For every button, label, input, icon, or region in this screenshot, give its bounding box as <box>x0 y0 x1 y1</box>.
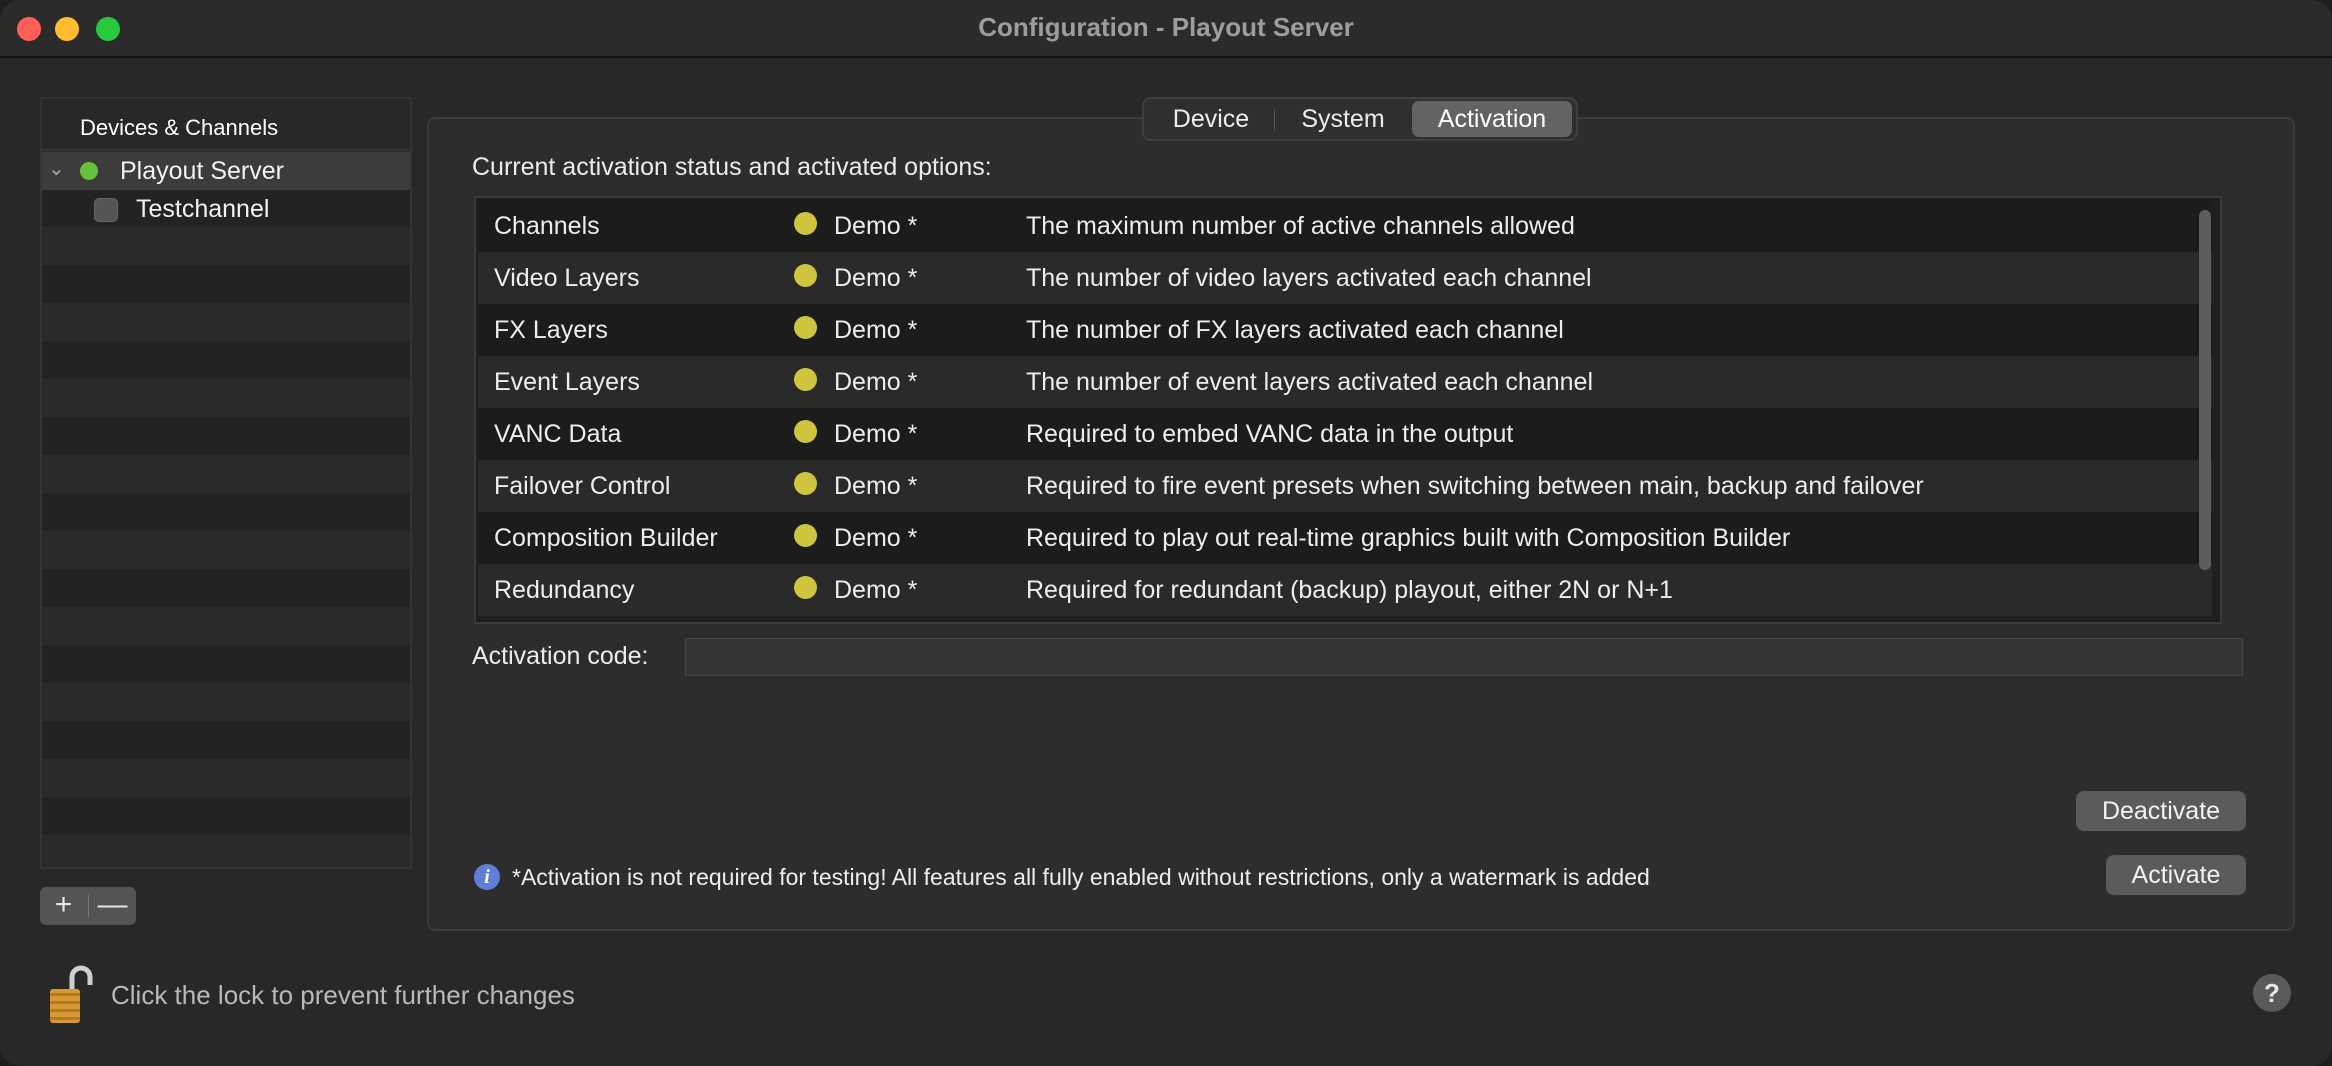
status-dot <box>80 162 98 180</box>
table-row[interactable]: Video Layers Demo * The number of video la… <box>478 252 2212 304</box>
option-status: Demo * <box>834 524 918 552</box>
status-dot <box>794 576 817 599</box>
status-dot <box>794 264 817 287</box>
option-name: Redundancy <box>494 576 635 604</box>
sidebar-empty-row <box>42 227 410 265</box>
option-status: Demo * <box>834 212 918 240</box>
sidebar-item-playout-server[interactable]: ⌄ Playout Server <box>42 152 410 190</box>
sidebar-item-testchannel[interactable]: Testchannel <box>42 190 410 228</box>
tab-activation[interactable]: Activation <box>1412 101 1572 137</box>
status-dot <box>794 472 817 495</box>
option-name: VANC Data <box>494 420 622 448</box>
channel-checkbox[interactable] <box>94 198 118 222</box>
table-row[interactable]: Redundancy Demo * Required for redundant (… <box>478 564 2212 616</box>
option-name: Event Layers <box>494 368 640 396</box>
sidebar-empty-row <box>42 797 410 835</box>
lock-hint-text: Click the lock to prevent further change… <box>111 980 575 1010</box>
option-status: Demo * <box>834 420 918 448</box>
sidebar-empty-row <box>42 607 410 645</box>
option-name: Video Layers <box>494 264 640 292</box>
table-row[interactable]: Composition Builder Demo * Required to pla… <box>478 512 2212 564</box>
option-description: The number of video layers activated eac… <box>1026 264 1592 292</box>
sidebar-empty-row <box>42 493 410 531</box>
sidebar-empty-row <box>42 417 410 455</box>
sidebar-empty-row <box>42 455 410 493</box>
option-status: Demo * <box>834 316 918 344</box>
sidebar-empty-row <box>42 531 410 569</box>
activation-info-text: *Activation is not required for testing!… <box>512 864 1650 890</box>
scrollbar[interactable] <box>2199 200 2218 616</box>
option-description: The maximum number of active channels al… <box>1026 212 1575 240</box>
status-dot <box>794 212 817 235</box>
option-status: Demo * <box>834 576 918 604</box>
scrollbar-thumb[interactable] <box>2199 210 2211 570</box>
sidebar-empty-row <box>42 645 410 683</box>
table-row[interactable]: Event Layers Demo * The number of event la… <box>478 356 2212 408</box>
option-name: FX Layers <box>494 316 608 344</box>
tab-bar: Device System Activation <box>1142 97 1578 141</box>
option-description: Required for redundant (backup) playout,… <box>1026 576 1673 604</box>
option-description: The number of FX layers activated each c… <box>1026 316 1564 344</box>
option-status: Demo * <box>834 368 918 396</box>
option-description: Required to embed VANC data in the outpu… <box>1026 420 1514 448</box>
tab-system[interactable]: System <box>1276 101 1410 137</box>
activation-code-label: Activation code: <box>472 642 649 670</box>
title-bar: Configuration - Playout Server <box>0 0 2332 58</box>
table-row[interactable]: Channels Demo * The maximum number of acti… <box>478 200 2212 252</box>
activation-status-heading: Current activation status and activated … <box>472 153 992 181</box>
sidebar-empty-row <box>42 265 410 303</box>
deactivate-button[interactable]: Deactivate <box>2076 791 2246 831</box>
tab-device[interactable]: Device <box>1150 101 1272 137</box>
status-dot <box>794 316 817 339</box>
unlocked-lock-icon[interactable] <box>46 963 94 1025</box>
sidebar-empty-row <box>42 341 410 379</box>
info-icon: i <box>474 864 500 890</box>
table-row[interactable]: Failover Control Demo * Required to fire e… <box>478 460 2212 512</box>
config-window: Configuration - Playout Server Devices &… <box>0 0 2332 1066</box>
add-button[interactable]: + <box>40 887 87 925</box>
option-name: Channels <box>494 212 600 240</box>
help-button[interactable]: ? <box>2253 974 2291 1012</box>
option-status: Demo * <box>834 472 918 500</box>
table-row[interactable]: VANC Data Demo * Required to embed VANC da… <box>478 408 2212 460</box>
sidebar-empty-row <box>42 683 410 721</box>
activation-options-table[interactable]: Channels Demo * The maximum number of acti… <box>474 196 2222 624</box>
activation-code-input[interactable] <box>685 638 2243 676</box>
sidebar-empty-row <box>42 721 410 759</box>
status-dot <box>794 368 817 391</box>
option-description: Required to fire event presets when swit… <box>1026 472 1924 500</box>
window-title: Configuration - Playout Server <box>978 12 1354 42</box>
add-remove-control: + — <box>40 887 136 925</box>
sidebar-item-label: Playout Server <box>120 157 284 185</box>
option-name: Composition Builder <box>494 524 718 552</box>
sidebar-empty-row <box>42 303 410 341</box>
option-name: Failover Control <box>494 472 671 500</box>
sidebar-empty-row <box>42 759 410 797</box>
devices-channels-sidebar: Devices & Channels ⌄ Playout Server Test… <box>40 97 412 869</box>
option-status: Demo * <box>834 264 918 292</box>
option-description: Required to play out real-time graphics … <box>1026 524 1791 552</box>
chevron-down-icon[interactable]: ⌄ <box>48 156 65 181</box>
remove-button[interactable]: — <box>89 887 136 925</box>
table-row[interactable]: FX Layers Demo * The number of FX layers a… <box>478 304 2212 356</box>
sidebar-empty-row <box>42 379 410 417</box>
option-description: The number of event layers activated eac… <box>1026 368 1594 396</box>
sidebar-list <box>42 151 410 867</box>
sidebar-item-label: Testchannel <box>136 195 270 223</box>
status-dot <box>794 524 817 547</box>
sidebar-empty-row <box>42 569 410 607</box>
activate-button[interactable]: Activate <box>2106 855 2246 895</box>
divider <box>1274 109 1275 131</box>
status-dot <box>794 420 817 443</box>
sidebar-empty-row <box>42 835 410 867</box>
sidebar-header: Devices & Channels <box>42 99 410 151</box>
